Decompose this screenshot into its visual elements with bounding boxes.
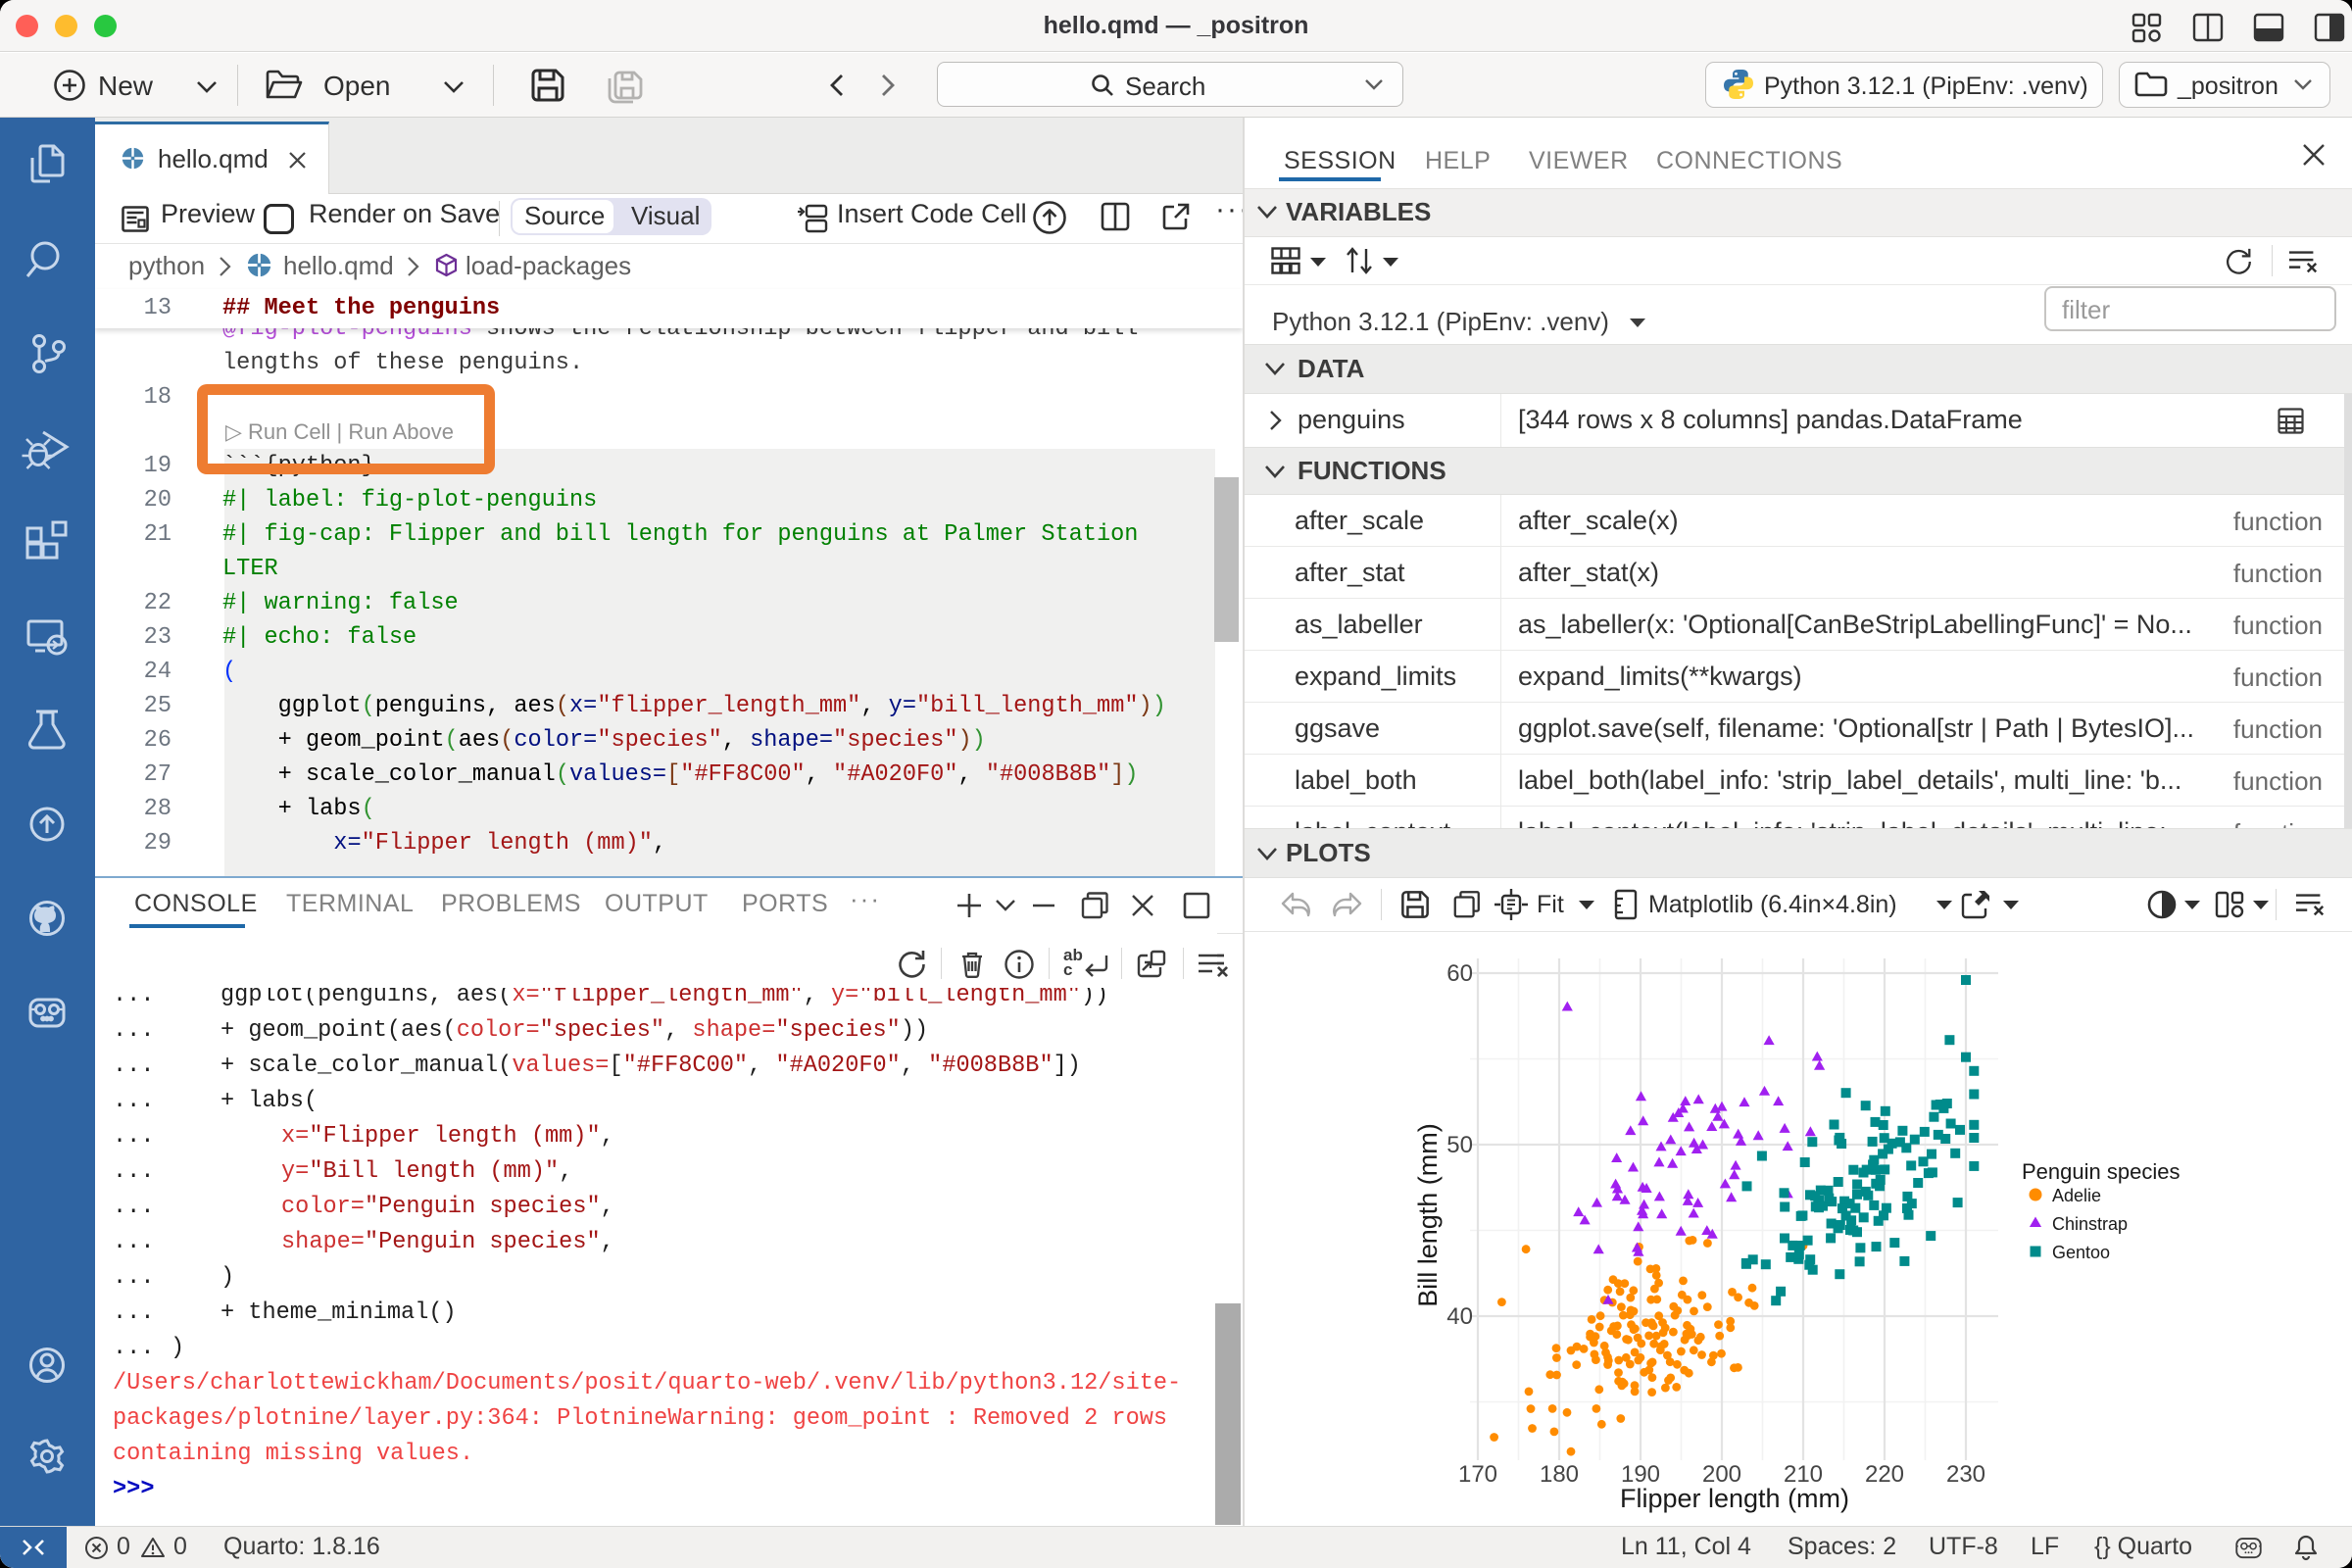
svg-text:50: 50 [1446,1132,1473,1158]
svg-text:Penguin species: Penguin species [2022,1159,2180,1184]
svg-text:Chinstrap: Chinstrap [2052,1214,2128,1234]
svg-text:Adelie: Adelie [2052,1186,2101,1205]
svg-text:Flipper length (mm): Flipper length (mm) [1620,1484,1849,1513]
svg-text:170: 170 [1458,1461,1497,1488]
svg-text:60: 60 [1446,960,1473,987]
svg-text:Gentoo: Gentoo [2052,1243,2110,1262]
svg-text:Bill length (mm): Bill length (mm) [1413,1123,1443,1307]
svg-text:180: 180 [1540,1461,1579,1488]
svg-text:230: 230 [1946,1461,1985,1488]
svg-text:40: 40 [1446,1303,1473,1330]
svg-text:220: 220 [1865,1461,1904,1488]
